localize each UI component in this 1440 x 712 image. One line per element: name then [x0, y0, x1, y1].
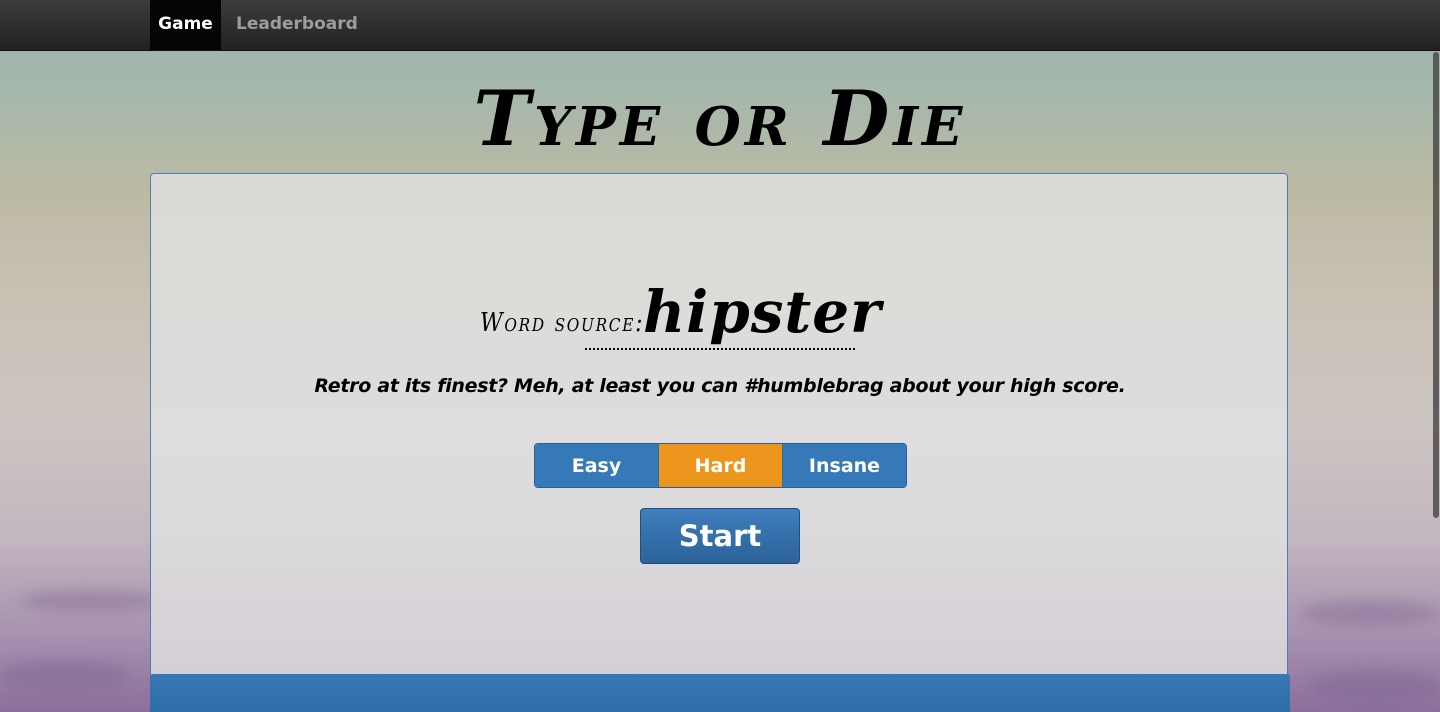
page-title: Type or Die [473, 74, 967, 163]
nav-leaderboard-tab[interactable]: Leaderboard [236, 0, 358, 50]
game-panel-footer [150, 674, 1290, 712]
background-cloud [1300, 600, 1440, 626]
difficulty-hard-button[interactable]: Hard [659, 444, 783, 487]
word-source-select[interactable]: hipster [585, 278, 881, 350]
nav-game-tab[interactable]: Game [150, 0, 221, 50]
background-cloud [1310, 670, 1440, 700]
background-cloud [20, 590, 160, 612]
difficulty-selector: Easy Hard Insane [534, 443, 907, 488]
word-source-description: Retro at its finest? Meh, at least you c… [314, 375, 1126, 397]
page-scrollbar-thumb[interactable] [1433, 52, 1439, 518]
start-button[interactable]: Start [640, 508, 800, 564]
word-source-value: hipster [643, 278, 882, 346]
background-cloud [0, 660, 130, 690]
difficulty-easy-button[interactable]: Easy [535, 444, 659, 487]
difficulty-insane-button[interactable]: Insane [783, 444, 906, 487]
top-navbar: Game Leaderboard [0, 0, 1440, 51]
